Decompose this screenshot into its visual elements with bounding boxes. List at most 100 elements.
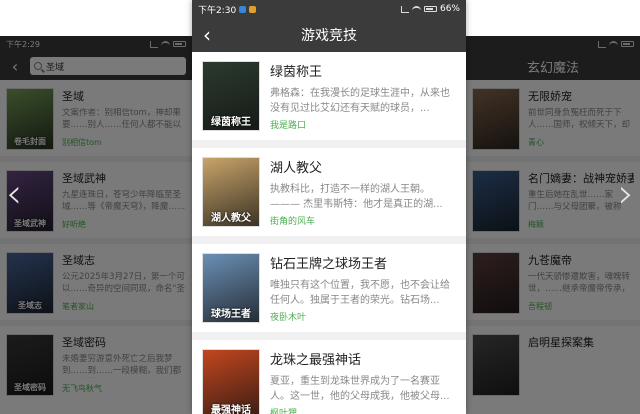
notification-icon [249, 5, 257, 13]
book-author: 我是路口 [270, 121, 307, 131]
book-title: 圣域 [62, 90, 84, 103]
status-bar: 下午2:29 [0, 36, 192, 52]
cover-title: 湖人教父 [211, 213, 251, 224]
left-screen: 下午2:29 ‹ 圣域 卷毛封面 圣域文案作者：别相信tom，神却果要……别人……… [0, 36, 192, 414]
cover-title: 最强神话 [211, 405, 251, 414]
status-bar [466, 36, 640, 52]
book-title: 钻石王牌之球场王者 [270, 257, 388, 272]
signal-icon [400, 5, 409, 13]
cover-title [494, 227, 498, 231]
book-cover: 圣域密码 [6, 334, 54, 396]
book-list: 卷毛封面 圣域文案作者：别相信tom，神却果要……别人……任何人都不能以应付…… 别… [0, 80, 192, 402]
book-author: 梅颖 [528, 220, 544, 229]
book-author: 好听绝 [62, 220, 86, 229]
right-screen: 玄幻魔法 无限娇宠前世同身负冤枉而死于下人……国师，权倾天下，却被…… 青心名门嫡… [466, 36, 640, 414]
nav-bar: ‹ 游戏竞技 [192, 18, 466, 52]
book-meta: 九苍魔帝一代天骄惨遭欺害，魂魄转世，……继承帝魔帝传承，觉醒…… 吾程韧 [528, 252, 634, 312]
wifi-icon [161, 41, 170, 47]
book-author: 青心 [528, 138, 544, 147]
book-item[interactable]: 无限娇宠前世同身负冤枉而死于下人……国师，权倾天下，却被…… 青心 [466, 80, 640, 156]
book-author: 街角的风车 [270, 217, 316, 227]
book-description: 夏亚，重生到龙珠世界成为了一名赛亚人。这一世，他的父母成我，他被父母... [270, 376, 450, 402]
chevron-right-icon[interactable]: › [618, 174, 634, 214]
book-title: 启明星探案集 [528, 336, 594, 349]
book-cover [472, 252, 520, 314]
battery-icon [423, 6, 437, 12]
book-list: 无限娇宠前世同身负冤枉而死于下人……国师，权倾天下，却被…… 青心名门嫡妻：战神宠… [466, 80, 640, 402]
book-author: 枫叶狸 [270, 409, 298, 414]
nav-title: 玄幻魔法 [526, 60, 579, 76]
book-meta: 圣域密码未婚妻穷游意外死亡之后我梦到……到……一段模糊，我们都快要结婚…… 无飞鸟… [62, 334, 186, 394]
book-cover: 最强神话 [202, 349, 260, 414]
book-cover: 球场王者 [202, 253, 260, 323]
book-item[interactable]: 绿茵称王 绿茵称王 弗格森：在我漫长的足球生涯中，从来也没有见过比艾幻还有天赋的球员… [192, 52, 466, 140]
book-author: 别相信tom [62, 138, 102, 147]
book-item[interactable]: 圣域密码圣域密码未婚妻穷游意外死亡之后我梦到……到……一段模糊，我们都快要结婚…… [0, 326, 192, 402]
status-time: 下午2:29 [6, 39, 40, 49]
book-item[interactable]: 湖人教父 湖人教父 执教科比，打造不一样的湖人王朝。——— 杰里韦斯特：他才是真正的… [192, 148, 466, 236]
book-description: 公元2025年3月27日，第一个可以……奇异的空间同现，命名"圣域"…… [62, 272, 185, 296]
book-cover [472, 88, 520, 150]
center-screen: 下午2:30 66% ‹ 游戏竞技 绿茵称王 绿茵称王 弗格森：在我漫长的足球生涯中… [192, 0, 466, 414]
book-meta: 绿茵称王弗格森：在我漫长的足球生涯中，从来也没有见过比艾幻还有天赋的球员，...… [270, 61, 456, 131]
search-bar: ‹ 圣域 [0, 52, 192, 80]
book-description: 一代天骄惨遭欺害，魂魄转世，……继承帝魔帝传承，觉醒…… [528, 272, 631, 296]
back-arrow-icon[interactable]: ‹ [192, 23, 222, 47]
book-cover: 绿茵称王 [202, 61, 260, 131]
cover-title: 圣域武神 [14, 219, 46, 229]
book-item[interactable]: 启明星探案集 [466, 326, 640, 402]
book-description: 文案作者：别相信tom，神却果要……别人……任何人都不能以应付…… [62, 108, 182, 132]
book-title: 圣域志 [62, 254, 95, 267]
search-icon [34, 62, 42, 70]
book-meta: 龙珠之最强神话 夏亚，重生到龙珠世界成为了一名赛亚人。这一世，他的父母成我，他被父… [270, 349, 456, 414]
book-title: 绿茵称王 [270, 65, 323, 80]
book-item[interactable]: 最强神话 龙珠之最强神话 夏亚，重生到龙珠世界成为了一名赛亚人。这一世，他的父母成我… [192, 340, 466, 414]
battery-level: 66% [439, 4, 460, 14]
status-bar: 下午2:30 66% [192, 0, 466, 18]
page-title: 游戏竞技 [301, 28, 357, 44]
book-item[interactable]: 圣域志圣域志公元2025年3月27日，第一个可以……奇异的空间同现，命名"圣域"… [0, 244, 192, 320]
search-input[interactable]: 圣域 [30, 57, 186, 75]
book-title: 圣域密码 [62, 336, 106, 349]
book-item[interactable]: 九苍魔帝一代天骄惨遭欺害，魂魄转世，……继承帝魔帝传承，觉醒…… 吾程韧 [466, 244, 640, 320]
battery-icon [621, 41, 634, 47]
status-time: 下午2:30 [198, 5, 237, 16]
book-item[interactable]: 名门嫡妻：战神宠娇妻重生后她在乱世……家门……与父母团聚，被称为……梅颖 [466, 162, 640, 238]
book-title: 九苍魔帝 [528, 254, 572, 267]
book-title: 圣域武神 [62, 172, 106, 185]
book-description: 执教科比，打造不一样的湖人王朝。——— 杰里韦斯特：他才是真正的湖... [270, 184, 443, 210]
book-title: 湖人教父 [270, 161, 323, 176]
book-description: 九星连珠日，苍穹少年降临至圣域……等《帝魔天穹》，降魔…… [62, 190, 186, 212]
book-author: 吾程韧 [528, 302, 552, 311]
book-cover: 湖人教父 [202, 157, 260, 227]
book-description: 唯独只有这个位置，我不愿，也不会让给任何人。独属于王者的荣光。钻石场... [270, 280, 450, 306]
book-description: 前世同身负冤枉而死于下人……国师，权倾天下，却被…… [528, 108, 631, 132]
book-item[interactable]: 球场王者 钻石王牌之球场王者唯独只有这个位置，我不愿，也不会让给任何人。独属于王者… [192, 244, 466, 332]
book-cover: 圣域志 [6, 252, 54, 314]
book-author: 夜卧木叶 [270, 313, 307, 323]
book-meta: 圣域志公元2025年3月27日，第一个可以……奇异的空间同现，命名"圣域"…… 笔… [62, 252, 186, 312]
battery-icon [173, 41, 186, 47]
book-meta: 圣域武神九星连珠日，苍穹少年降临至圣域……等《帝魔天穹》，降魔…… 好听绝 [62, 170, 186, 230]
cover-title: 球场王者 [211, 309, 251, 320]
cover-title: 卷毛封面 [14, 137, 46, 147]
cover-title [494, 145, 498, 149]
back-arrow-icon[interactable]: ‹ [0, 57, 30, 76]
book-description [528, 354, 634, 378]
chevron-left-icon[interactable]: ‹ [6, 174, 22, 214]
book-author: 笔者家山 [62, 302, 94, 311]
book-cover [472, 334, 520, 396]
nav-bar: 玄幻魔法 [466, 52, 640, 80]
cover-title: 绿茵称王 [211, 117, 251, 128]
book-title: 无限娇宠 [528, 90, 572, 103]
signal-icon [598, 40, 606, 48]
cover-title [494, 309, 498, 313]
book-list: 绿茵称王 绿茵称王 弗格森：在我漫长的足球生涯中，从来也没有见过比艾幻还有天赋的球员… [192, 52, 466, 414]
book-meta: 启明星探案集 [528, 334, 634, 394]
book-description: 弗格森：在我漫长的足球生涯中，从来也没有见过比艾幻还有天赋的球员，... [270, 88, 450, 114]
book-description: 未婚妻穷游意外死亡之后我梦到……到……一段模糊，我们都快要结婚…… [62, 354, 182, 378]
book-meta: 圣域文案作者：别相信tom，神却果要……别人……任何人都不能以应付…… 别相信to… [62, 88, 186, 148]
book-item[interactable]: 圣域武神 圣域武神 九星连珠日，苍穹少年降临至圣域……等《帝魔天穹》，降魔…… 好听绝 [0, 162, 192, 238]
book-item[interactable]: 卷毛封面 圣域文案作者：别相信tom，神却果要……别人……任何人都不能以应付…… 别… [0, 80, 192, 156]
cover-title: 圣域志 [18, 301, 42, 311]
